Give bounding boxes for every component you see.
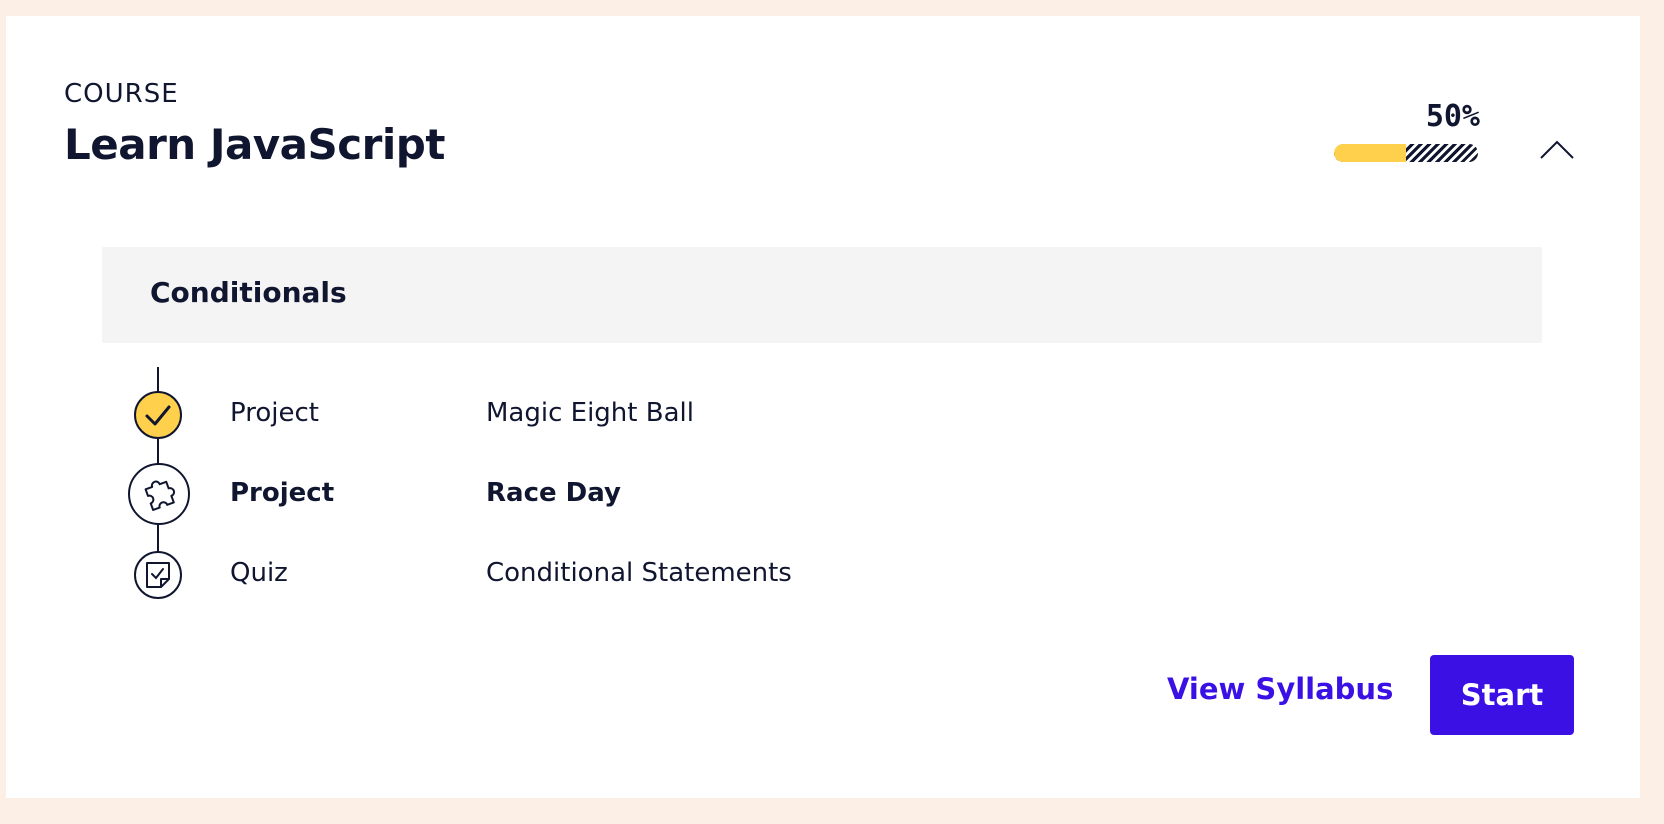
item-type: Project	[230, 398, 319, 428]
item-type: Project	[230, 478, 335, 508]
course-kicker: COURSE	[64, 79, 179, 109]
start-button[interactable]: Start	[1430, 655, 1574, 735]
view-syllabus-link[interactable]: View Syllabus	[1167, 672, 1393, 706]
item-name[interactable]: Race Day	[486, 478, 621, 508]
item-type: Quiz	[230, 558, 288, 588]
module-header: Conditionals	[102, 247, 1542, 343]
course-title: Learn JavaScript	[64, 120, 445, 169]
progress-bar-fill	[1334, 144, 1406, 162]
quiz-icon	[134, 551, 182, 599]
collapse-button[interactable]	[1537, 134, 1577, 164]
module-title: Conditionals	[150, 276, 347, 309]
check-icon	[134, 391, 182, 439]
item-name[interactable]: Magic Eight Ball	[486, 398, 694, 428]
chevron-up-icon	[1540, 140, 1574, 159]
progress-bar	[1334, 144, 1478, 162]
item-name[interactable]: Conditional Statements	[486, 558, 792, 588]
puzzle-icon	[128, 463, 190, 525]
progress-percent: 50%	[1425, 99, 1480, 134]
